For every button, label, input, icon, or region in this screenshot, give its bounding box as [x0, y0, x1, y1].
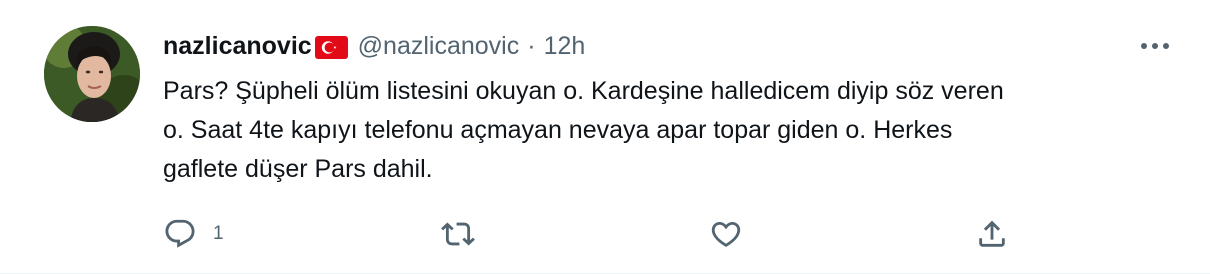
tweet-timestamp[interactable]: 12h [544, 32, 586, 61]
tweet-text-line: gaflete düşer Pars dahil. [163, 155, 433, 183]
reply-icon [165, 219, 195, 248]
turkey-flag-icon [314, 35, 348, 59]
more-options-button[interactable] [1138, 34, 1172, 58]
share-button[interactable] [975, 214, 1009, 254]
display-name[interactable]: nazlicanovic [163, 32, 312, 61]
tweet-text-line: Pars? Şüpheli ölüm listesini okuyan o. K… [163, 77, 1004, 105]
more-icon [1141, 43, 1169, 49]
tweet-actions: 1 [163, 214, 1173, 254]
header-separator: · [527, 31, 536, 60]
tweet[interactable]: nazlicanovic @nazlicanovic · 12h Pars? Ş… [0, 0, 1210, 274]
tweet-header: nazlicanovic @nazlicanovic · 12h [163, 28, 585, 64]
retweet-button[interactable] [441, 214, 475, 254]
retweet-icon [441, 222, 475, 246]
like-button[interactable] [709, 214, 743, 254]
share-icon [979, 220, 1005, 247]
reply-button[interactable]: 1 [163, 214, 224, 254]
like-icon [711, 221, 741, 247]
avatar[interactable] [44, 26, 140, 122]
reply-count: 1 [213, 223, 224, 244]
user-handle[interactable]: @nazlicanovic [358, 32, 520, 61]
tweet-text: Pars? Şüpheli ölüm listesini okuyan o. K… [163, 72, 1173, 189]
tweet-text-line: o. Saat 4te kapıyı telefonu açmayan neva… [163, 116, 953, 144]
